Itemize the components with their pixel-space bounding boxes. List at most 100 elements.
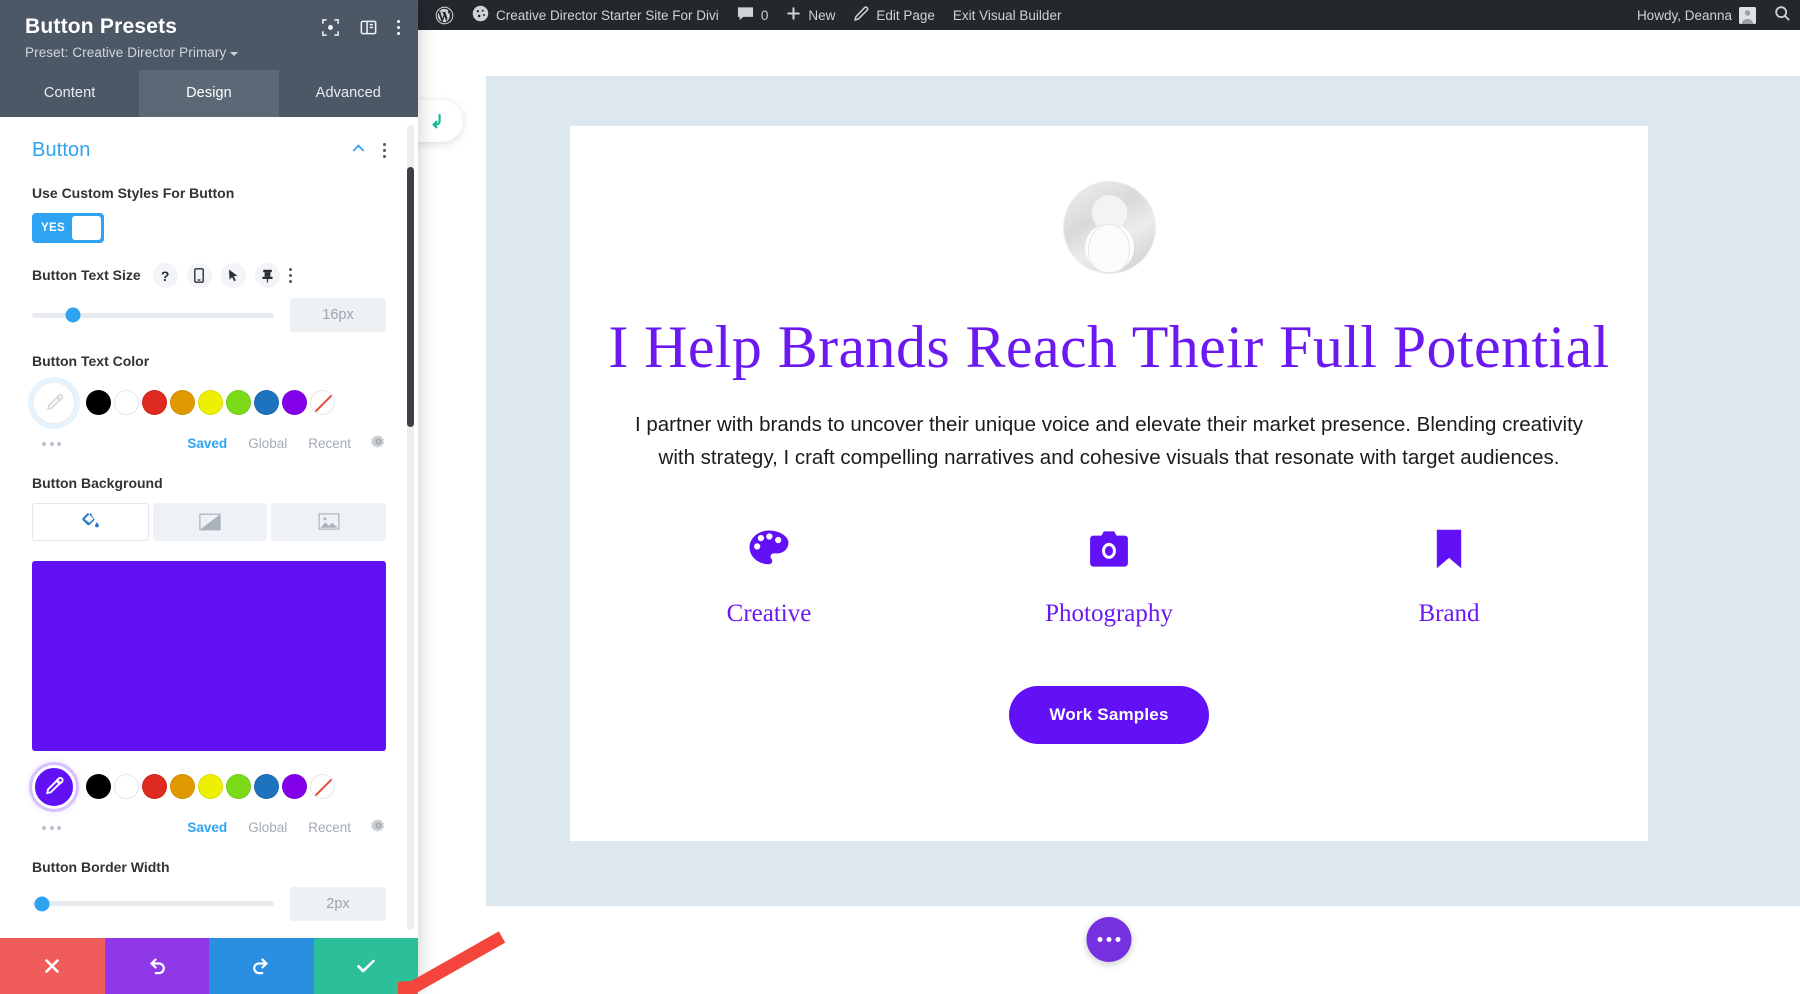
page-title: I Help Brands Reach Their Full Potential (570, 314, 1648, 381)
background-swatch-row (32, 765, 386, 809)
bg-swatch-transparent[interactable] (310, 774, 335, 799)
bg-swatch-purple[interactable] (282, 774, 307, 799)
background-more-dots-icon[interactable] (32, 826, 78, 830)
field-label-use-custom-styles: Use Custom Styles For Button (32, 184, 237, 203)
discard-changes-button[interactable] (0, 938, 105, 994)
border-width-value[interactable]: 2px (290, 887, 386, 921)
avatar (1739, 7, 1756, 24)
help-icon[interactable]: ? (153, 263, 178, 288)
text-color-tab-saved[interactable]: Saved (187, 436, 227, 451)
border-width-slider-knob[interactable] (34, 896, 49, 911)
focus-target-icon[interactable] (321, 18, 340, 37)
field-button-border-width: Button Border Width 2px (32, 858, 386, 921)
text-size-slider[interactable] (32, 313, 274, 318)
background-tab-recent[interactable]: Recent (308, 820, 351, 835)
new-content-menu[interactable]: New (777, 0, 844, 30)
tab-design[interactable]: Design (139, 70, 278, 117)
button-section-header: Button (32, 139, 386, 162)
panel-layout-icon[interactable] (359, 18, 378, 37)
wordpress-logo-icon[interactable] (426, 0, 463, 30)
bg-swatch-black[interactable] (86, 774, 111, 799)
camera-icon (939, 526, 1279, 572)
site-name-label: Creative Director Starter Site For Divi (496, 8, 719, 23)
text-color-tab-global[interactable]: Global (248, 436, 287, 451)
edit-page-label: Edit Page (876, 8, 935, 23)
exit-visual-builder-button[interactable]: Exit Visual Builder (944, 0, 1071, 30)
mobile-icon[interactable] (187, 263, 212, 288)
bg-swatch-yellow[interactable] (198, 774, 223, 799)
work-samples-button[interactable]: Work Samples (1009, 686, 1208, 744)
panel-preset-selector[interactable]: Preset: Creative Director Primary (25, 45, 400, 60)
background-color-preview[interactable] (32, 561, 386, 751)
bg-swatch-green[interactable] (226, 774, 251, 799)
panel-scrollbar-thumb[interactable] (407, 167, 414, 427)
search-button[interactable] (1765, 0, 1800, 30)
use-custom-styles-toggle[interactable]: YES (32, 213, 104, 243)
text-size-vertical-dots-icon[interactable] (289, 268, 292, 283)
background-type-tabs (32, 503, 386, 541)
page-settings-fab[interactable] (1087, 917, 1132, 962)
section-vertical-dots-icon[interactable] (383, 143, 386, 158)
tab-advanced[interactable]: Advanced (279, 70, 418, 117)
swatch-transparent[interactable] (310, 390, 335, 415)
bg-swatch-blue[interactable] (254, 774, 279, 799)
three-dots-icon-dot (1116, 937, 1121, 942)
background-tab-gradient[interactable] (153, 503, 268, 541)
visual-builder-viewport: Creative Director Starter Site For Divi … (418, 0, 1800, 994)
comments-menu[interactable]: 0 (728, 0, 778, 30)
feature-label-photography: Photography (939, 600, 1279, 628)
visual-builder-toggle-tab[interactable] (418, 100, 463, 142)
panel-kebab-menu-icon[interactable] (397, 20, 400, 35)
toggle-knob (72, 216, 101, 240)
swatch-yellow[interactable] (198, 390, 223, 415)
bg-swatch-orange[interactable] (170, 774, 195, 799)
chevron-up-icon[interactable] (350, 140, 367, 162)
background-tab-saved[interactable]: Saved (187, 820, 227, 835)
comment-bubble-icon (737, 6, 754, 25)
background-tab-color[interactable] (32, 503, 149, 541)
save-button[interactable] (314, 938, 419, 994)
three-dots-icon-dot (1098, 937, 1103, 942)
swatch-blue[interactable] (254, 390, 279, 415)
comments-count: 0 (761, 8, 769, 23)
text-color-eyedropper-button[interactable] (32, 381, 76, 425)
swatch-green[interactable] (226, 390, 251, 415)
panel-title: Button Presets (25, 14, 321, 39)
edit-page-menu[interactable]: Edit Page (844, 0, 944, 30)
background-tab-global[interactable]: Global (248, 820, 287, 835)
background-color-picker-button[interactable] (32, 765, 76, 809)
swatch-purple[interactable] (282, 390, 307, 415)
howdy-label: Howdy, Deanna (1637, 8, 1732, 23)
hover-cursor-icon[interactable] (221, 263, 246, 288)
background-tab-image[interactable] (271, 503, 386, 541)
field-label-button-border-width: Button Border Width (32, 858, 237, 877)
swatch-red[interactable] (142, 390, 167, 415)
sticky-pin-icon[interactable] (255, 263, 280, 288)
field-label-button-text-size: Button Text Size (32, 266, 141, 285)
screen-root: Button Presets (0, 0, 1800, 994)
text-size-value[interactable]: 16px (290, 298, 386, 332)
text-size-slider-knob[interactable] (66, 308, 81, 323)
redo-button[interactable] (209, 938, 314, 994)
site-name-menu[interactable]: Creative Director Starter Site For Divi (463, 0, 728, 30)
text-color-more-dots-icon[interactable] (32, 442, 78, 446)
account-menu[interactable]: Howdy, Deanna (1628, 0, 1765, 30)
bg-swatch-red[interactable] (142, 774, 167, 799)
tab-content[interactable]: Content (0, 70, 139, 117)
undo-button[interactable] (105, 938, 210, 994)
bg-swatch-white[interactable] (114, 774, 139, 799)
page-canvas: I Help Brands Reach Their Full Potential… (418, 30, 1800, 994)
chevron-down-icon (230, 52, 238, 56)
profile-photo (1063, 181, 1156, 274)
background-gear-icon[interactable] (371, 818, 386, 838)
palette-icon (599, 526, 939, 572)
text-color-gear-icon[interactable] (371, 434, 386, 454)
new-label: New (808, 8, 835, 23)
swatch-white[interactable] (114, 390, 139, 415)
field-button-background: Button Background (32, 474, 386, 541)
border-width-slider[interactable] (32, 901, 274, 906)
swatch-orange[interactable] (170, 390, 195, 415)
swatch-black[interactable] (86, 390, 111, 415)
feature-label-brand: Brand (1279, 600, 1619, 628)
text-color-tab-recent[interactable]: Recent (308, 436, 351, 451)
